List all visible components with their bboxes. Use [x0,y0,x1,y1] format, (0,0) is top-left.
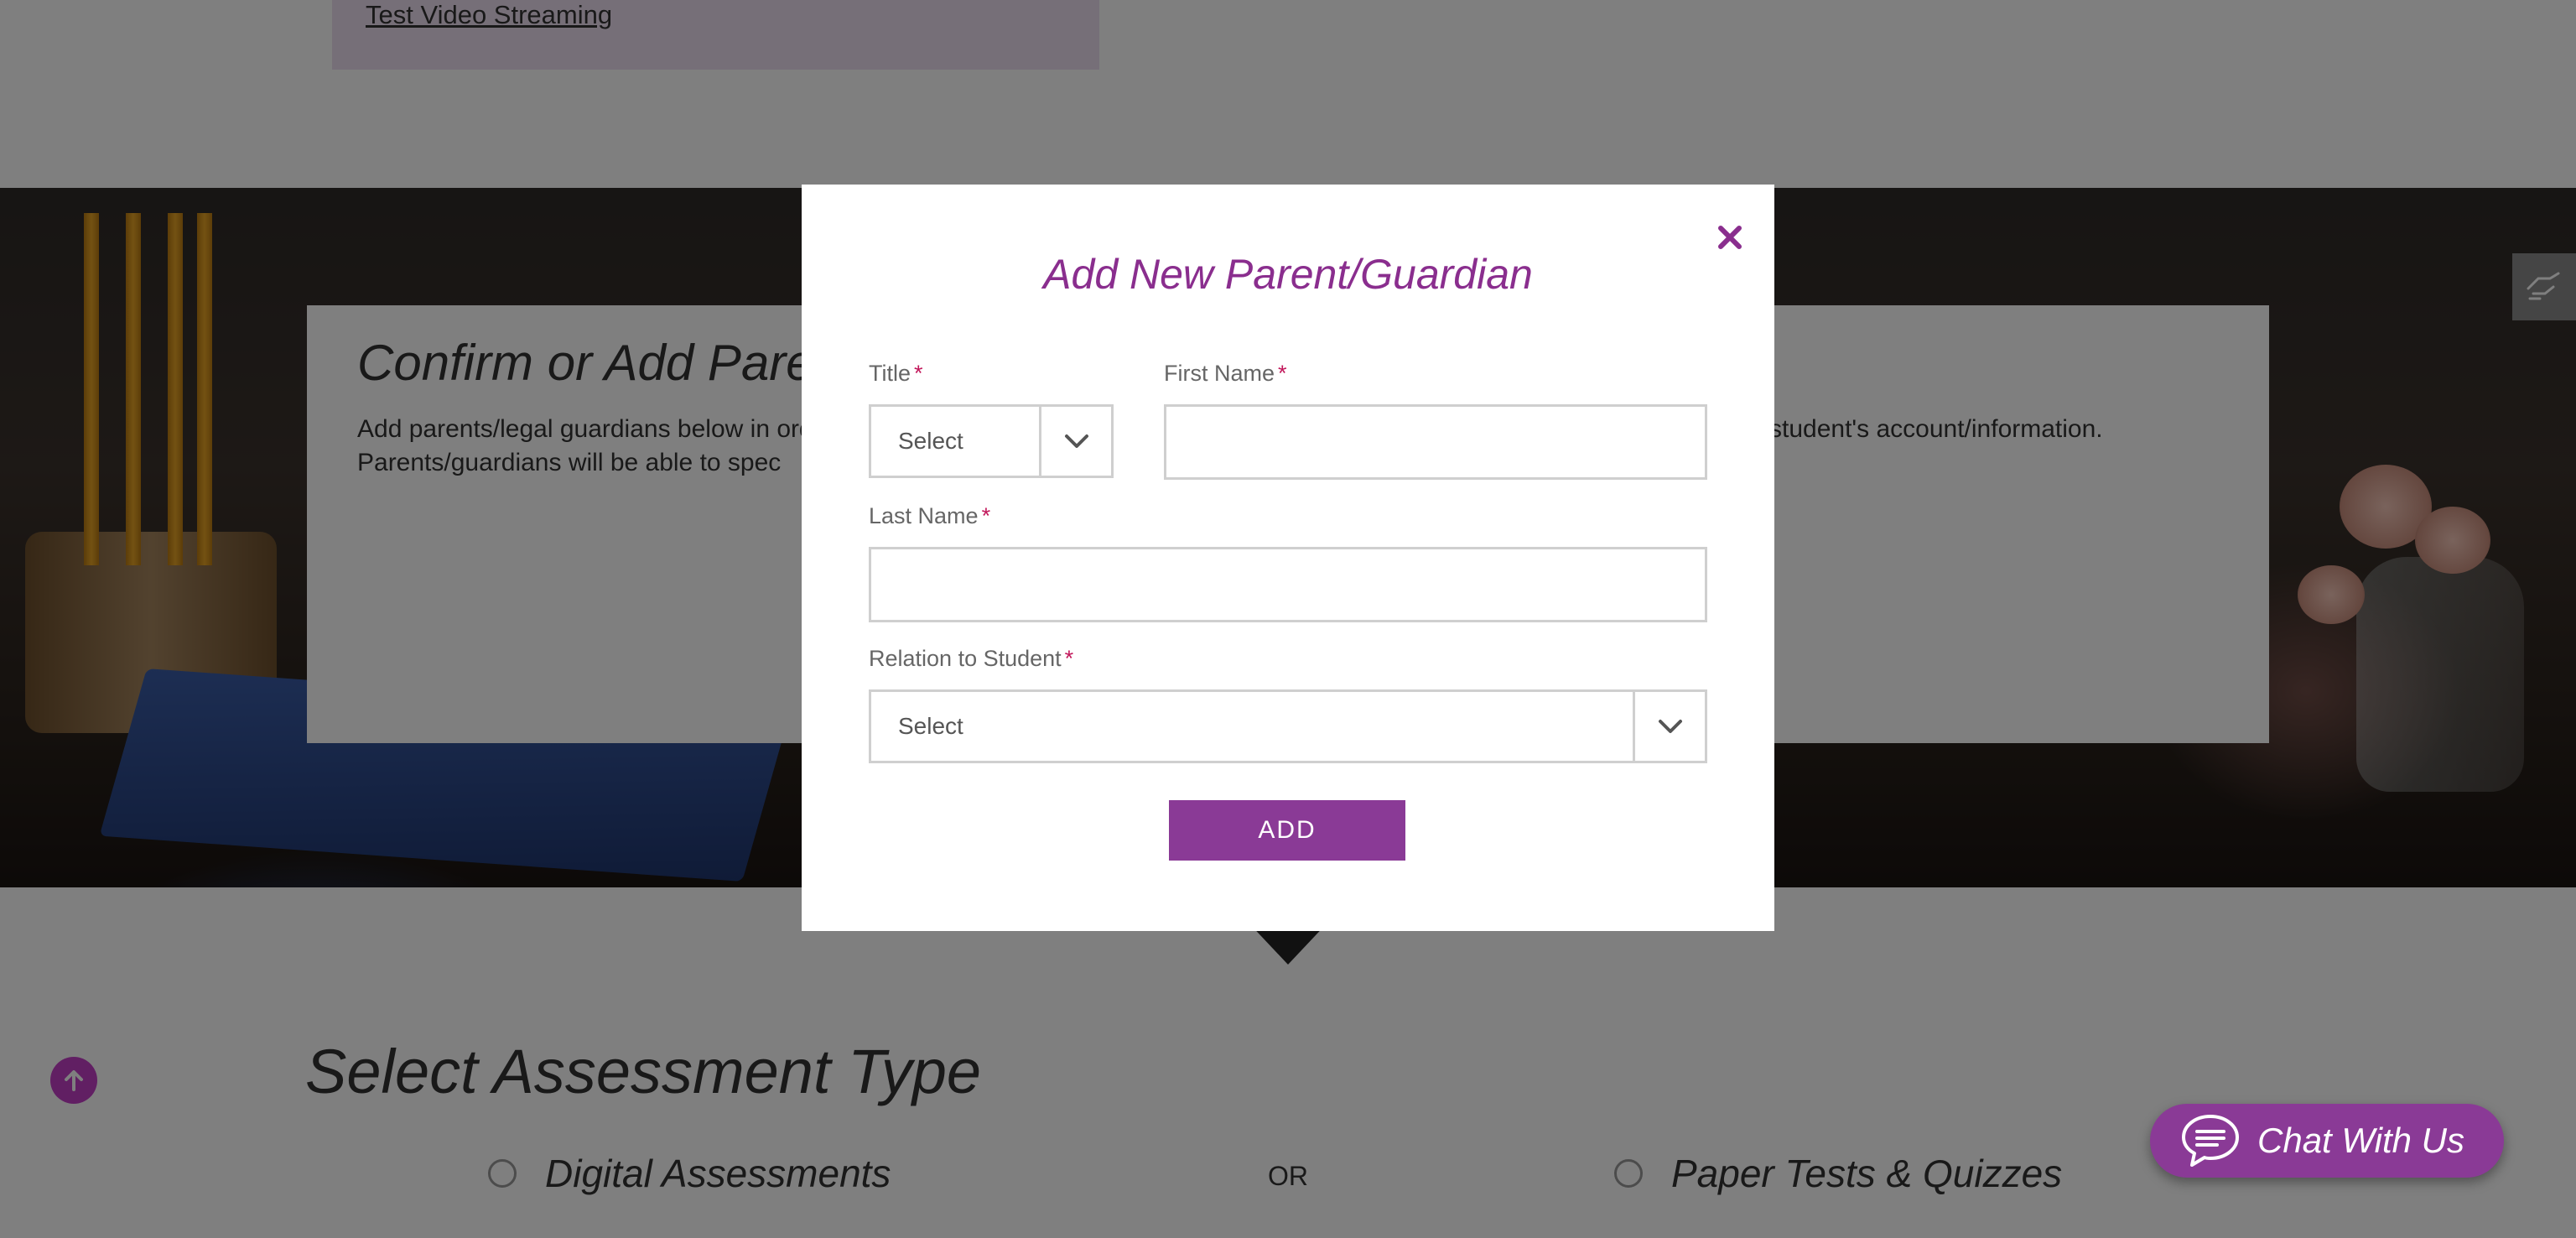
last-name-field-label: Last Name * [869,503,990,529]
first-name-input[interactable] [1164,404,1707,480]
add-button[interactable]: ADD [1169,800,1405,861]
close-icon [1718,226,1742,249]
last-name-label-text: Last Name [869,503,979,528]
first-name-field-label: First Name * [1164,361,1287,387]
relation-field-label: Relation to Student * [869,646,1073,672]
first-name-label-text: First Name [1164,361,1275,386]
title-select-value: Select [898,428,963,454]
relation-select[interactable]: Select [869,689,1707,763]
required-mark: * [1064,646,1074,671]
title-field-label: Title * [869,361,923,387]
chat-with-us-button[interactable]: Chat With Us [2150,1104,2504,1178]
chevron-down-icon [1658,720,1682,733]
last-name-input[interactable] [869,547,1707,622]
modal-title: Add New Parent/Guardian [1043,251,1533,298]
required-mark: * [1278,361,1287,386]
title-select-arrow[interactable] [1039,407,1111,476]
relation-select-value: Select [898,713,963,739]
chevron-down-icon [1064,434,1088,448]
required-mark: * [981,503,991,528]
title-label-text: Title [869,361,911,386]
title-select[interactable]: Select [869,404,1114,478]
chat-with-us-label: Chat With Us [2257,1121,2465,1160]
required-mark: * [914,361,923,386]
add-parent-modal: Add New Parent/Guardian Title * Select Fi… [802,185,1774,931]
relation-select-arrow[interactable] [1633,692,1705,761]
chat-bubble-icon [2182,1115,2239,1167]
relation-label-text: Relation to Student [869,646,1062,671]
